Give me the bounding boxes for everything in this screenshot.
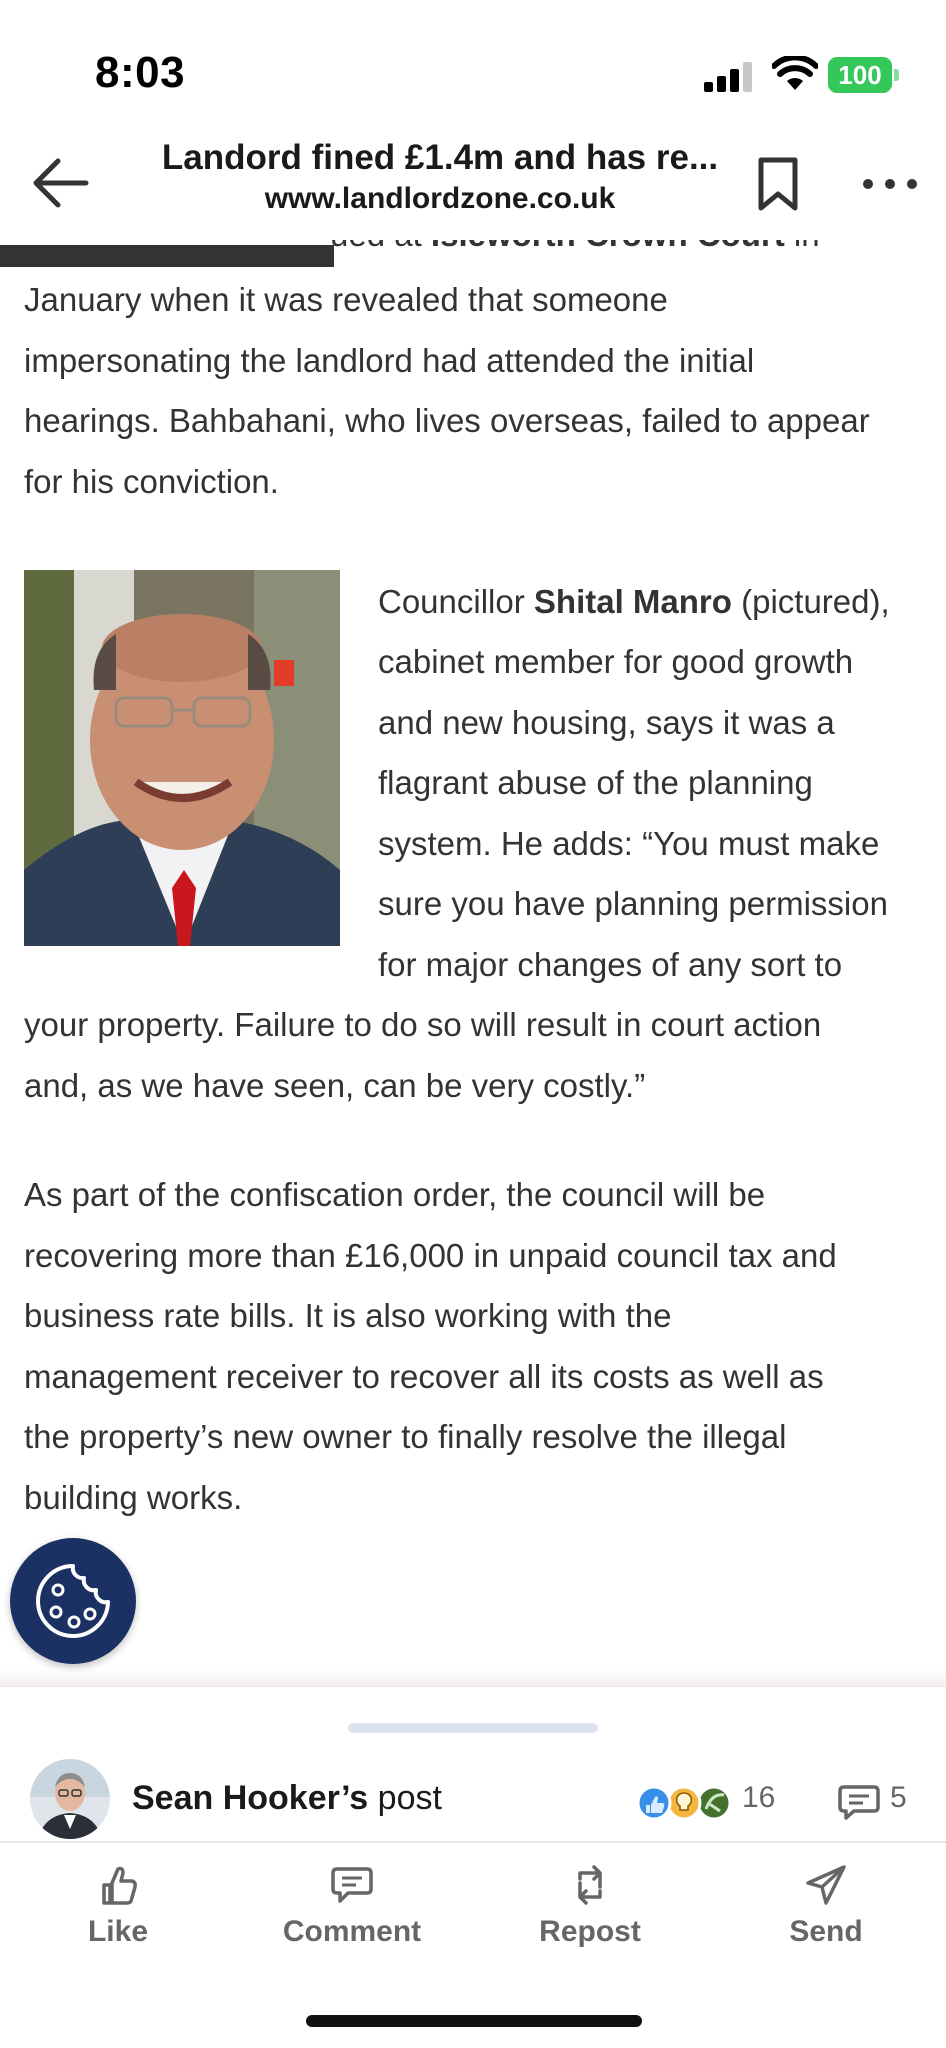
- page-url: www.landlordzone.co.uk: [264, 182, 616, 215]
- browser-header: Landord fined £1.4m and has re... www.la…: [0, 130, 946, 240]
- quote-line: and new housing, says it was a: [378, 704, 835, 741]
- cookie-icon: [36, 1564, 110, 1638]
- repost-label: Repost: [539, 1915, 641, 1948]
- post-actions: Like Comment Repost Send: [0, 1857, 946, 1967]
- bookmark-icon[interactable]: [756, 156, 800, 212]
- like-button[interactable]: Like: [18, 1857, 218, 1957]
- repost-icon: [578, 1865, 602, 1905]
- reactions-icons[interactable]: [634, 1783, 730, 1823]
- quote-line: flagrant abuse of the planning: [378, 764, 813, 801]
- cut-off-line: ued at Isleworth Crown Court in: [0, 240, 946, 270]
- councillor-photo: [24, 570, 340, 946]
- battery-level: 100: [828, 57, 892, 93]
- send-icon: [806, 1865, 846, 1905]
- reaction-count[interactable]: 16: [742, 1781, 775, 1815]
- avatar[interactable]: [30, 1759, 110, 1839]
- cellular-signal-icon: [704, 62, 752, 92]
- post-info-row[interactable]: Sean Hooker’s post 16 5: [0, 1747, 946, 1847]
- comment-label: Comment: [282, 1915, 422, 1948]
- comment-count-icon[interactable]: [838, 1783, 880, 1821]
- battery-icon: 100: [828, 57, 900, 93]
- back-arrow-icon[interactable]: [28, 155, 92, 211]
- more-options-icon[interactable]: [860, 174, 920, 194]
- quote-line: system. He adds: “You must make: [378, 825, 880, 862]
- status-bar: 8:03 100: [0, 0, 946, 130]
- post-author-title[interactable]: Sean Hooker’s post: [132, 1779, 442, 1818]
- quote-line-0: Councillor Shital Manro (pictured),: [378, 583, 890, 620]
- send-button[interactable]: Send: [726, 1857, 926, 1957]
- comment-icon: [331, 1867, 373, 1903]
- status-time: 8:03: [95, 48, 186, 97]
- quote-line: sure you have planning permission: [378, 885, 888, 922]
- quote-line: and, as we have seen, can be very costly…: [24, 1067, 646, 1104]
- cookie-settings-button[interactable]: [10, 1538, 136, 1664]
- quote-line: for major changes of any sort to: [378, 946, 843, 983]
- wifi-icon: [772, 56, 818, 90]
- quote-line: cabinet member for good growth: [378, 643, 854, 680]
- like-label: Like: [87, 1915, 149, 1948]
- paragraph-1: January when it was revealed that someon…: [24, 281, 870, 500]
- send-label: Send: [789, 1915, 863, 1948]
- paragraph-3: As part of the confiscation order, the c…: [24, 1176, 837, 1516]
- linkedin-post-sheet: Sean Hooker’s post 16 5 Like Comment Rep…: [0, 1686, 946, 2048]
- sheet-drag-handle[interactable]: [348, 1723, 598, 1733]
- redaction-bar: [0, 245, 334, 267]
- comment-button[interactable]: Comment: [252, 1857, 452, 1957]
- home-indicator[interactable]: [306, 2015, 642, 2027]
- article-body: ued at Isleworth Crown Court in January …: [0, 240, 946, 1680]
- quote-line: your property. Failure to do so will res…: [24, 1006, 822, 1043]
- comment-count[interactable]: 5: [890, 1781, 907, 1815]
- like-icon: [102, 1866, 137, 1905]
- page-title: Landord fined £1.4m and has re...: [161, 138, 719, 177]
- repost-button[interactable]: Repost: [490, 1857, 690, 1957]
